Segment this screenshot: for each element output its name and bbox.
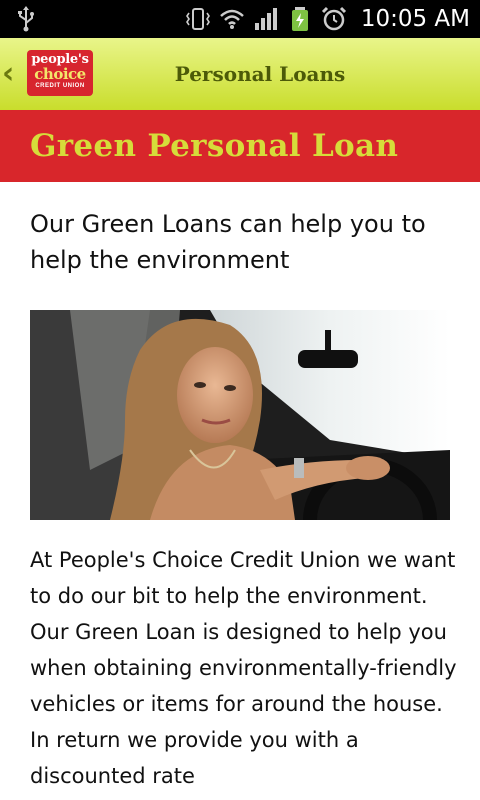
- app-header: ‹ people's choice CREDIT UNION Personal …: [0, 38, 480, 111]
- chevron-left-icon[interactable]: ‹: [2, 56, 14, 92]
- status-bar: 10:05 AM: [0, 0, 480, 38]
- content-subheading: Our Green Loans can help you to help the…: [30, 210, 426, 274]
- usb-icon: [18, 6, 34, 32]
- content-body: At People's Choice Credit Union we want …: [30, 548, 457, 788]
- section-banner: Green Personal Loan: [0, 110, 480, 182]
- peoples-choice-logo[interactable]: people's choice CREDIT UNION: [27, 50, 93, 96]
- banner-title: Green Personal Loan: [30, 128, 399, 164]
- alarm-icon: [321, 6, 346, 31]
- photo-illustration: [30, 310, 450, 520]
- status-time: 10:05 AM: [360, 6, 470, 32]
- photo-woman-in-car: [30, 310, 450, 520]
- vibrate-icon: [185, 8, 210, 30]
- signal-icon: [254, 8, 277, 30]
- wifi-icon: [219, 9, 244, 29]
- battery-charging-icon: [291, 7, 308, 31]
- logo-line2: choice: [34, 65, 86, 83]
- logo-line3: CREDIT UNION: [35, 83, 85, 89]
- page-title: Personal Loans: [174, 62, 346, 86]
